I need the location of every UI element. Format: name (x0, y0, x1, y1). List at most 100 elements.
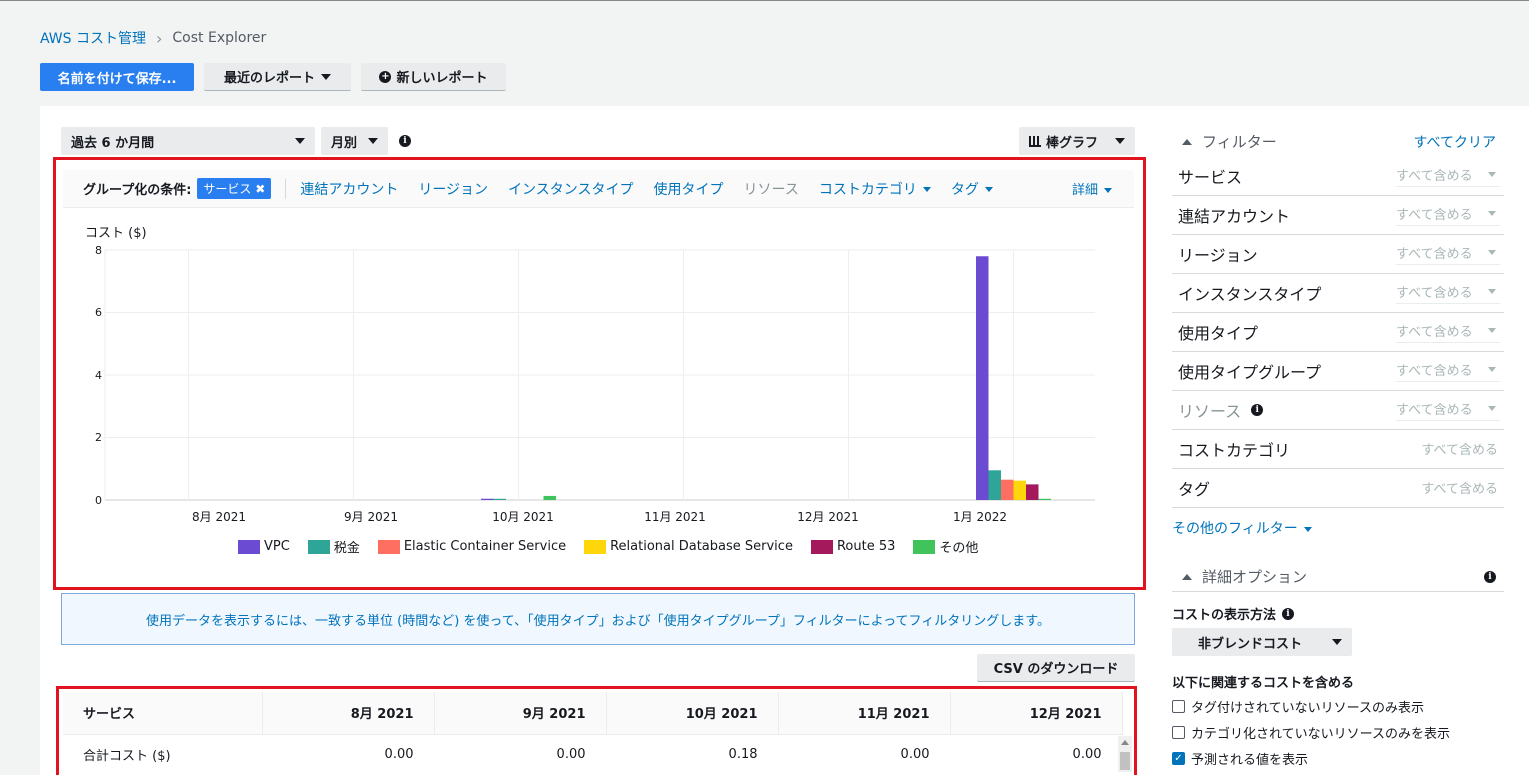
filter-name: 連結アカウント (1178, 207, 1291, 226)
scroll-up-icon[interactable] (1121, 740, 1129, 745)
filter-value: すべて含める (1396, 403, 1473, 418)
filter-row-usage-type[interactable]: 使用タイプ すべて含める (1172, 313, 1504, 352)
legend-item-rds[interactable]: Relational Database Service (584, 539, 793, 554)
checkbox-row-forecast[interactable]: ✓ 予測される値を表示 (1172, 749, 1308, 768)
checkbox-label: カテゴリ化されていないリソースのみを表示 (1191, 727, 1450, 742)
legend-swatch (913, 539, 936, 554)
table-cell-row-label: 合計コスト ($) (63, 734, 263, 774)
filter-value-select[interactable]: すべて含める (1396, 165, 1500, 187)
caret-down-icon (1488, 328, 1496, 333)
checkbox-row-uncategorized[interactable]: カテゴリ化されていないリソースのみを表示 (1172, 723, 1450, 742)
table-header-nov-2021[interactable]: 11月 2021 (778, 692, 951, 735)
info-icon[interactable]: i (1282, 607, 1295, 620)
bar-relational-database-service-5 (1013, 480, 1026, 500)
filter-row-resource: リソース i すべて含める (1172, 391, 1504, 430)
filters-header: フィルター すべてクリア (1172, 131, 1496, 152)
table-cell: 0.00 (950, 734, 1123, 774)
table-scrollbar[interactable] (1118, 736, 1132, 772)
filter-name: インスタンスタイプ (1178, 285, 1322, 304)
display-method-label: コストの表示方法 (1172, 608, 1277, 623)
filter-value-select[interactable]: すべて含める (1396, 243, 1500, 265)
caret-down-icon (1488, 367, 1496, 372)
info-icon[interactable]: i (1251, 404, 1264, 416)
table-header-service[interactable]: サービス (63, 692, 263, 735)
usage-data-notice: 使用データを表示するには、一致する単位 (時間など) を使って、「使用タイプ」お… (61, 593, 1135, 645)
checkbox-checked[interactable]: ✓ (1172, 752, 1185, 765)
advanced-toggle[interactable]: 詳細オプション (1172, 566, 1307, 587)
cost-table: サービス 8月 2021 9月 2021 10月 2021 11月 2021 1… (63, 692, 1123, 774)
filter-name: リソース (1178, 402, 1242, 421)
display-method-value: 非ブレンドコスト (1198, 636, 1303, 652)
table-header-sep-2021[interactable]: 9月 2021 (434, 692, 607, 735)
filter-name: 使用タイプ (1178, 324, 1259, 343)
filter-row-usage-type-group[interactable]: 使用タイプグループ すべて含める (1172, 352, 1504, 391)
table-header-aug-2021[interactable]: 8月 2021 (262, 692, 435, 735)
filter-name: タグ (1178, 480, 1211, 499)
divider (1172, 591, 1504, 592)
legend-item-ecs[interactable]: Elastic Container Service (377, 539, 566, 554)
table-row: 合計コスト ($) 0.00 0.00 0.18 0.00 0.00 (63, 734, 1123, 774)
filter-value[interactable]: すべて含める (1421, 478, 1498, 499)
checkbox[interactable] (1172, 700, 1185, 713)
filter-name-wrap: リソース i (1172, 398, 1264, 422)
filter-row-tag[interactable]: タグ すべて含める (1172, 469, 1504, 508)
table-header-dec-2021[interactable]: 12月 2021 (950, 692, 1123, 735)
checkbox-label: 予測される値を表示 (1191, 753, 1309, 768)
chart-legend: VPC 税金 Elastic Container Service Relatio… (238, 537, 996, 556)
info-icon[interactable]: i (1484, 570, 1496, 583)
caret-down-icon (1488, 211, 1496, 216)
filter-row-cost-category[interactable]: コストカテゴリ すべて含める (1172, 430, 1504, 469)
table-header-oct-2021[interactable]: 10月 2021 (606, 692, 779, 735)
x-tick-jan-2022: 1月 2022 (953, 510, 1007, 524)
legend-item-other[interactable]: その他 (913, 537, 978, 556)
display-method-select[interactable]: 非ブレンドコスト (1172, 628, 1352, 656)
filter-value[interactable]: すべて含める (1421, 439, 1498, 460)
filter-value: すべて含める (1396, 364, 1473, 379)
bar-その他-2 (543, 495, 556, 500)
filter-value: すべて含める (1396, 247, 1473, 262)
legend-item-vpc[interactable]: VPC (238, 539, 290, 554)
filter-row-linked-account[interactable]: 連結アカウント すべて含める (1172, 196, 1504, 235)
filter-name: サービス (1178, 168, 1243, 187)
filter-value-select[interactable]: すべて含める (1396, 321, 1500, 343)
filter-value-select[interactable]: すべて含める (1396, 204, 1500, 226)
caret-down-icon (1488, 172, 1496, 177)
notice-text: 使用データを表示するには、一致する単位 (時間など) を使って、「使用タイプ」お… (146, 613, 1050, 629)
filter-row-service[interactable]: サービス すべて含める (1172, 157, 1504, 196)
filter-value-select: すべて含める (1396, 399, 1500, 421)
legend-swatch (307, 539, 330, 554)
table-cell: 0.00 (434, 734, 607, 774)
filter-name: 使用タイプグループ (1178, 363, 1322, 382)
filter-value-select[interactable]: すべて含める (1396, 282, 1500, 304)
bar-その他-5 (1038, 498, 1051, 500)
filter-row-region[interactable]: リージョン すべて含める (1172, 235, 1504, 274)
legend-item-route53[interactable]: Route 53 (810, 539, 895, 554)
filters-toggle[interactable]: フィルター (1172, 131, 1277, 152)
table-cell: 0.00 (778, 734, 951, 774)
csv-download-button[interactable]: CSV のダウンロード (977, 654, 1135, 682)
caret-down-icon (1488, 406, 1496, 411)
caret-down-icon (1332, 639, 1342, 645)
filter-name: リージョン (1178, 246, 1258, 265)
filter-row-instance-type[interactable]: インスタンスタイプ すべて含める (1172, 274, 1504, 313)
legend-swatch (810, 539, 833, 554)
filter-value: すべて含める (1396, 325, 1473, 340)
bar-route-53-5 (1026, 484, 1039, 500)
x-tick-sep-2021: 9月 2021 (344, 510, 398, 524)
legend-swatch (584, 539, 607, 554)
checkbox[interactable] (1172, 726, 1185, 739)
checkbox-row-untagged[interactable]: タグ付けされていないリソースのみ表示 (1172, 697, 1424, 716)
scroll-thumb[interactable] (1120, 752, 1130, 770)
legend-label: Relational Database Service (610, 539, 793, 554)
legend-item-tax[interactable]: 税金 (307, 537, 360, 556)
filter-value-select[interactable]: すべて含める (1396, 360, 1500, 382)
more-filters-link[interactable]: その他のフィルター (1172, 518, 1312, 538)
table-header-row: サービス 8月 2021 9月 2021 10月 2021 11月 2021 1… (63, 692, 1123, 735)
legend-swatch (238, 539, 260, 554)
include-costs-label: 以下に関連するコストを含める (1172, 676, 1355, 691)
advanced-title: 詳細オプション (1202, 568, 1308, 586)
checkbox-label: タグ付けされていないリソースのみ表示 (1191, 701, 1424, 716)
clear-all-link[interactable]: すべてクリア (1414, 132, 1496, 152)
x-tick-aug-2021: 8月 2021 (192, 510, 246, 524)
x-tick-nov-2021: 11月 2021 (644, 510, 706, 524)
